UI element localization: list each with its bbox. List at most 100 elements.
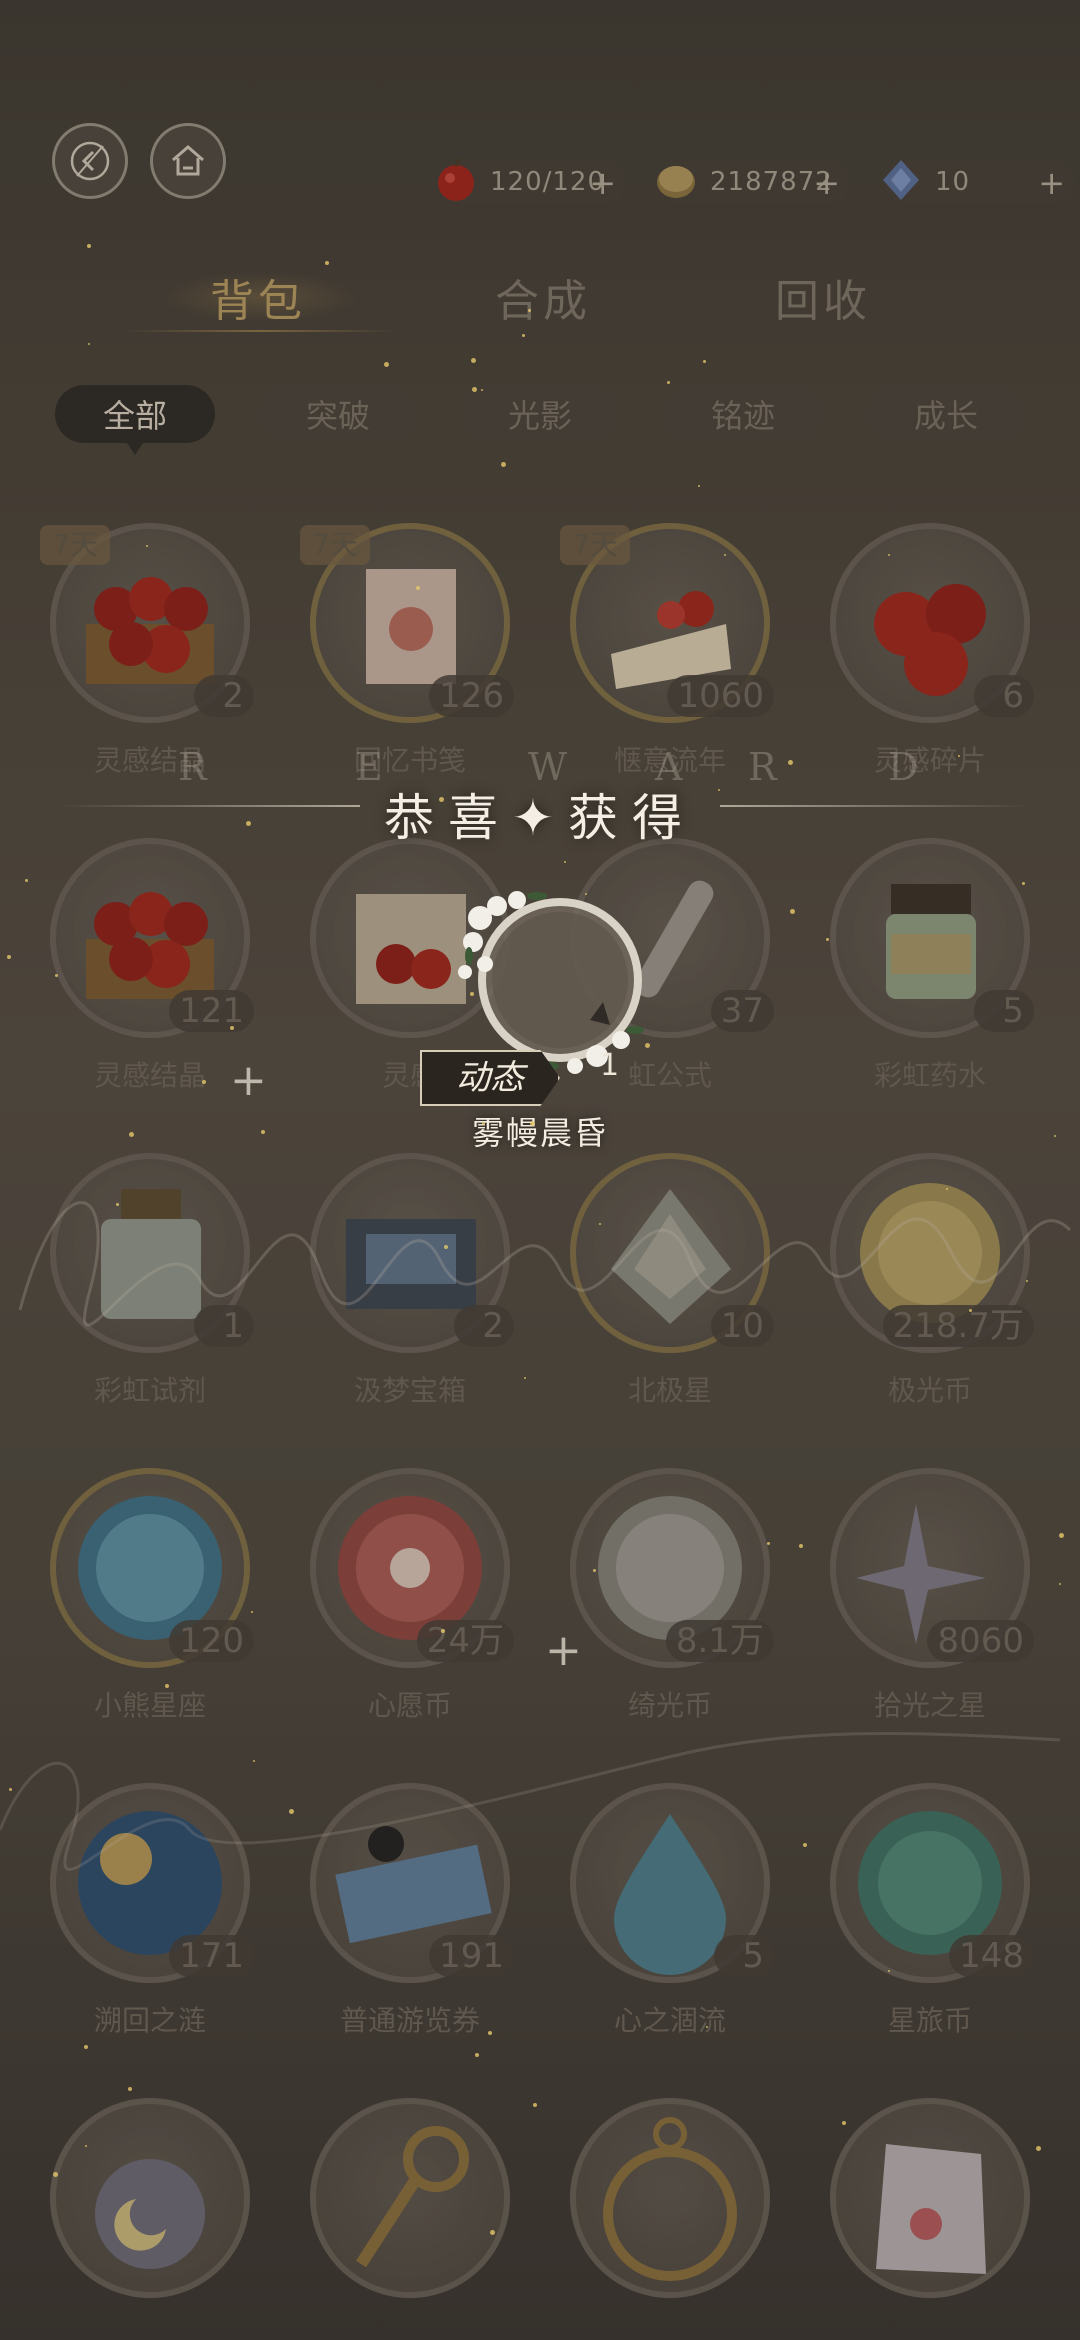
item-duration-badge: 7天 xyxy=(300,525,370,565)
item-count: 8.1万 xyxy=(665,1620,774,1662)
sparkle-dot xyxy=(472,387,477,392)
item-icon-frame xyxy=(570,2098,770,2298)
sparkle-dot xyxy=(470,992,474,996)
sparkle-dot xyxy=(87,244,91,248)
item-duration-badge: 7天 xyxy=(560,525,630,565)
sparkle-dot xyxy=(645,1043,650,1048)
reward-item-name: 雾幔晨昏 xyxy=(471,1114,608,1152)
add-stamina-button[interactable]: + xyxy=(589,164,616,202)
sparkle-dot xyxy=(116,1203,119,1206)
item-name: 溯回之涟 xyxy=(93,2004,206,2037)
sparkle-dot xyxy=(9,1788,12,1791)
item-slot[interactable] xyxy=(560,2098,780,2340)
sparkle-dot xyxy=(444,1245,448,1249)
item-count: 218.7万 xyxy=(882,1305,1034,1347)
sparkle-dot xyxy=(416,586,420,590)
filter-light-shadow[interactable]: 光影 xyxy=(460,385,620,443)
item-name: 心愿币 xyxy=(367,1689,452,1722)
add-crystal-button[interactable]: + xyxy=(1038,164,1065,202)
sparkle-dot xyxy=(530,1121,535,1126)
item-slot[interactable]: 120 小熊星座 xyxy=(40,1468,260,1738)
resource-crystal-value: 10 xyxy=(935,167,971,197)
reward-tag-dynamic: 动态 xyxy=(420,1050,560,1106)
item-count: 126 xyxy=(429,675,514,717)
sparkle-dot xyxy=(439,797,444,802)
sparkle-dot xyxy=(261,1130,265,1134)
item-slot[interactable] xyxy=(300,2098,520,2340)
sparkle-dot xyxy=(788,760,793,765)
sparkle-dot xyxy=(146,545,148,547)
item-count: 121 xyxy=(169,990,254,1032)
item-slot[interactable]: 148 星旅币 xyxy=(820,1783,1040,2053)
item-slot[interactable]: 171 溯回之涟 xyxy=(40,1783,260,2053)
sparkle-dot xyxy=(246,821,251,826)
plus-sparkle-decoration: + xyxy=(230,1055,267,1106)
item-slot[interactable]: 2 汲梦宝箱 xyxy=(300,1153,520,1423)
item-slot[interactable]: 10 北极星 xyxy=(560,1153,780,1423)
item-slot[interactable]: 8060 拾光之星 xyxy=(820,1468,1040,1738)
moon-bottle-icon xyxy=(95,2159,205,2269)
sparkle-dot xyxy=(888,1970,890,1972)
item-count: 5 xyxy=(714,1935,774,1977)
add-gold-button[interactable]: + xyxy=(813,164,840,202)
item-name: 星旅币 xyxy=(887,2004,972,2037)
sparkle-dot xyxy=(826,938,829,941)
item-count: 2 xyxy=(194,675,254,717)
item-slot[interactable]: 24万 心愿币 xyxy=(300,1468,520,1738)
sparkle-dot xyxy=(55,974,58,977)
item-name: 小熊星座 xyxy=(93,1689,206,1722)
blue-crystal-icon xyxy=(883,160,919,200)
item-icon-frame xyxy=(310,2098,510,2298)
reward-count: 1 xyxy=(600,1048,620,1083)
sparkle-dot xyxy=(706,2026,708,2028)
item-count: 37 xyxy=(710,990,774,1032)
item-icon-frame xyxy=(830,2098,1030,2298)
item-slot[interactable]: 5 彩虹药水 xyxy=(820,838,1040,1108)
sparkle-dot xyxy=(128,2087,132,2091)
resource-stamina[interactable]: 120/120 + xyxy=(438,158,626,204)
sparkle-dot xyxy=(724,554,726,556)
home-button[interactable] xyxy=(150,123,226,199)
item-slot[interactable]: 191 普通游览券 xyxy=(300,1783,520,2053)
filter-inscription[interactable]: 铭迹 xyxy=(663,385,823,443)
sparkle-dot xyxy=(767,1542,770,1545)
sparkle-dot xyxy=(253,1760,255,1762)
gold-coin-icon xyxy=(657,166,695,198)
resource-gold[interactable]: 2187872 + xyxy=(657,160,850,204)
item-slot[interactable]: 218.7万 极光币 xyxy=(820,1153,1040,1423)
item-slot[interactable]: 121 灵感结晶 xyxy=(40,838,260,1108)
sparkle-dot xyxy=(718,789,720,791)
item-name: 普通游览券 xyxy=(339,2004,480,2037)
item-duration-badge: 7天 xyxy=(40,525,110,565)
sparkle-dot xyxy=(790,909,795,914)
item-count: 5 xyxy=(974,990,1034,1032)
item-slot[interactable] xyxy=(820,2098,1040,2340)
item-count: 2 xyxy=(454,1305,514,1347)
item-count: 8060 xyxy=(927,1620,1034,1662)
item-icon-frame xyxy=(50,2098,250,2298)
item-count: 148 xyxy=(949,1935,1034,1977)
filter-growth[interactable]: 成长 xyxy=(866,385,1026,443)
sparkle-dot xyxy=(384,362,389,367)
sparkle-dot xyxy=(528,309,531,312)
tab-backpack[interactable]: 背包 xyxy=(210,265,306,329)
sparkle-dot xyxy=(129,1132,134,1137)
filter-breakthrough[interactable]: 突破 xyxy=(258,385,418,443)
item-name: 彩虹药水 xyxy=(873,1059,986,1092)
item-count: 10 xyxy=(710,1305,774,1347)
item-slot[interactable]: 1 彩虹试剂 xyxy=(40,1153,260,1423)
filter-all[interactable]: 全部 xyxy=(55,385,215,455)
tab-synthesis[interactable]: 合成 xyxy=(495,265,591,329)
resource-crystal[interactable]: 10 + xyxy=(883,160,1075,204)
item-count: 1 xyxy=(194,1305,254,1347)
sparkle-dot xyxy=(165,1684,169,1688)
sparkle-dot xyxy=(799,1544,803,1548)
ornate-key-icon xyxy=(355,2126,469,2268)
back-button[interactable] xyxy=(52,123,128,199)
item-slot[interactable] xyxy=(40,2098,260,2340)
sparkle-dot xyxy=(230,1026,234,1030)
item-slot[interactable]: 5 心之涸流 xyxy=(560,1783,780,2053)
item-slot[interactable]: 8.1万 绮光币 xyxy=(560,1468,780,1738)
tab-recycle[interactable]: 回收 xyxy=(775,265,871,329)
sparkle-dot xyxy=(475,2053,479,2057)
